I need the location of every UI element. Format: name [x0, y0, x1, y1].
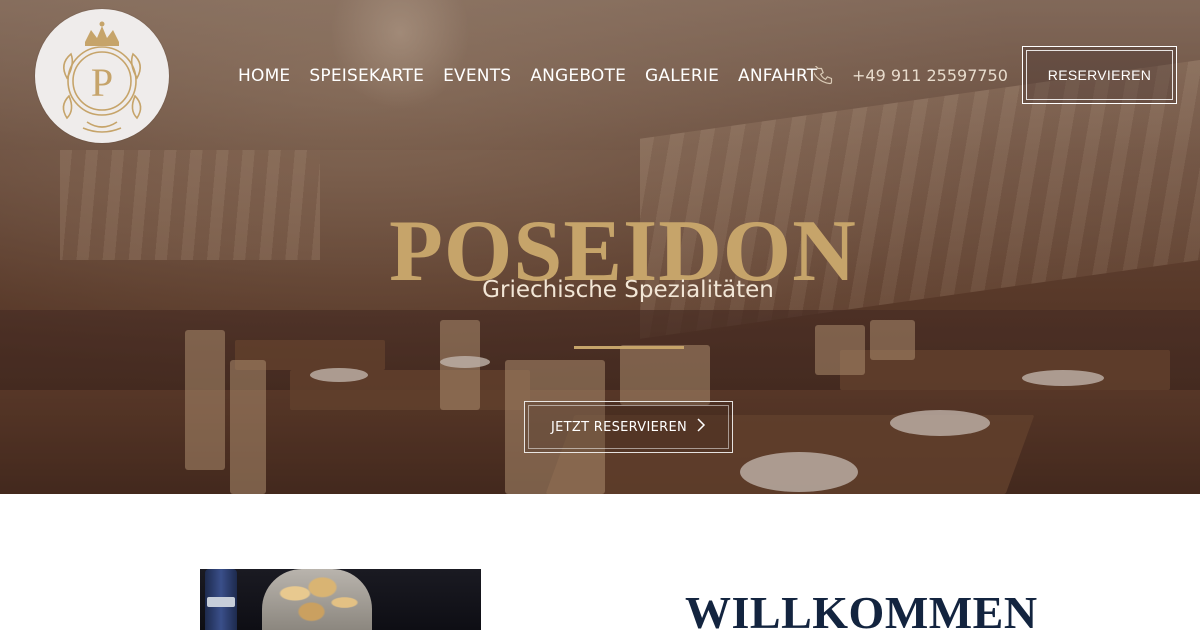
food-photo — [200, 569, 481, 630]
nav-item-galerie[interactable]: GALERIE — [645, 64, 719, 88]
reserve-now-button[interactable]: JETZT RESERVIEREN — [524, 401, 733, 453]
hero-divider — [574, 346, 684, 349]
welcome-heading: WILLKOMMEN — [685, 587, 1038, 630]
chevron-right-icon — [697, 418, 706, 436]
nav-item-angebote[interactable]: ANGEBOTE — [530, 64, 626, 88]
logo[interactable]: P — [35, 9, 169, 143]
crest-icon: P — [62, 21, 142, 133]
reserve-now-label: JETZT RESERVIEREN — [550, 419, 687, 435]
food-image — [262, 569, 372, 630]
nav-item-anfahrt[interactable]: ANFAHRT — [738, 64, 817, 88]
phone-number: +49 911 25597750 — [852, 66, 1008, 85]
nav-item-home[interactable]: HOME — [238, 64, 290, 88]
logo-letter: P — [91, 60, 113, 105]
bottle-label — [207, 597, 235, 607]
hero-subtitle: Griechische Spezialitäten — [482, 277, 774, 303]
nav-item-speisekarte[interactable]: SPEISEKARTE — [309, 64, 424, 88]
phone-icon — [814, 66, 833, 85]
hero-section: P HOME SPEISEKARTE EVENTS ANGEBOTE GALER… — [0, 0, 1200, 494]
phone-link[interactable]: +49 911 25597750 — [814, 64, 1008, 88]
main-nav: HOME SPEISEKARTE EVENTS ANGEBOTE GALERIE… — [238, 64, 836, 88]
reserve-button[interactable]: RESERVIEREN — [1022, 46, 1177, 104]
nav-item-events[interactable]: EVENTS — [443, 64, 511, 88]
